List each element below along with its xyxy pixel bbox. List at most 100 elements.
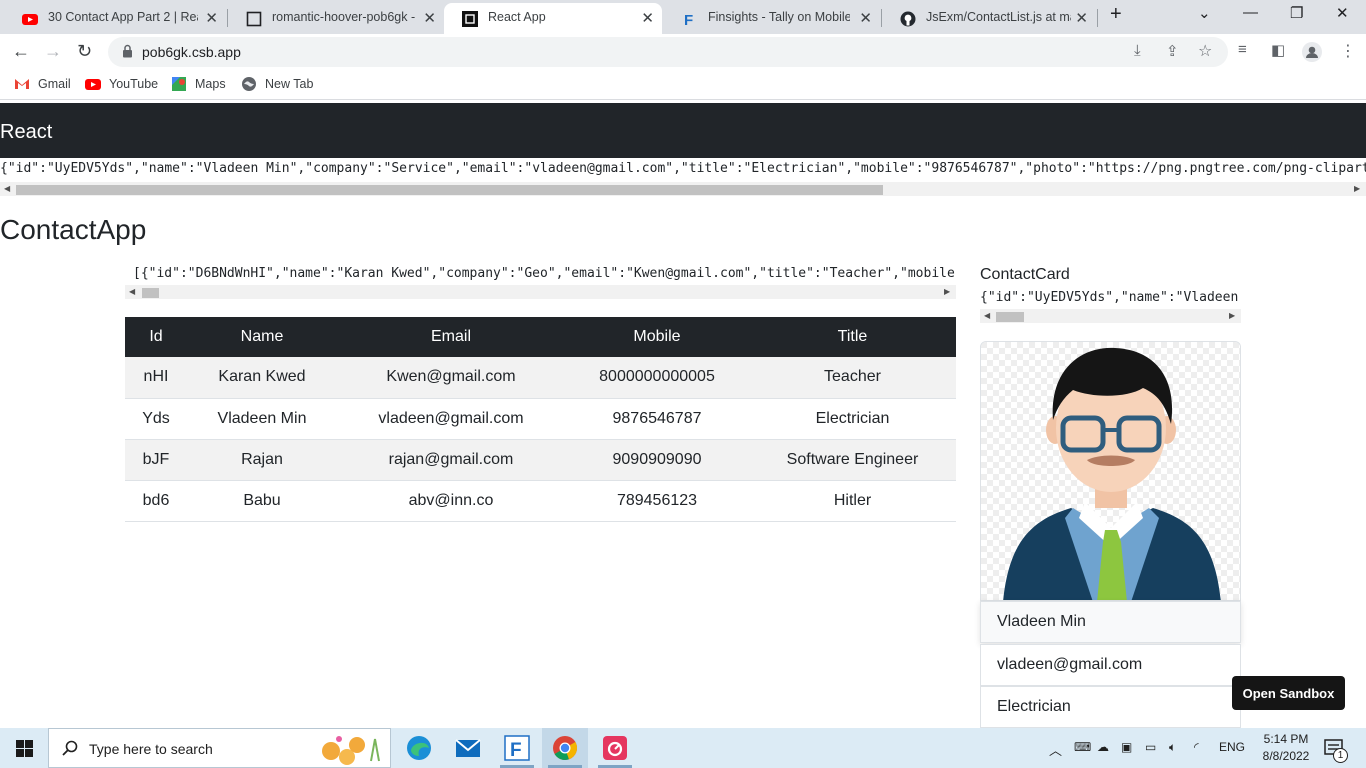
tab-finsights[interactable]: F Finsights - Tally on Mobile & ✕ bbox=[664, 3, 880, 34]
windows-taskbar: Type here to search F ︿ ⌨ ☁ ▣ ▭ 🔈︎ ◜ ENG… bbox=[0, 728, 1366, 768]
clock-time: 5:14 PM bbox=[1263, 732, 1309, 746]
scroll-left-arrow-icon[interactable]: ◀ bbox=[129, 287, 135, 296]
scroll-right-arrow-icon[interactable]: ▶ bbox=[1229, 311, 1235, 320]
cell-email: vladeen@gmail.com bbox=[337, 398, 565, 440]
meet-now-icon[interactable]: ⌨ bbox=[1074, 740, 1091, 754]
cell-mobile: 8000000000005 bbox=[565, 357, 749, 399]
search-icon bbox=[62, 740, 78, 756]
language-indicator[interactable]: ENG bbox=[1219, 740, 1245, 754]
table-row[interactable]: nHI Karan Kwed Kwen@gmail.com 8000000000… bbox=[125, 357, 956, 399]
scroll-left-arrow-icon[interactable]: ◀ bbox=[984, 311, 990, 320]
scroll-right-arrow-icon[interactable]: ▶ bbox=[1354, 184, 1360, 193]
globe-icon bbox=[242, 77, 256, 91]
close-tab-icon[interactable]: ✕ bbox=[1075, 9, 1088, 27]
column-header-id: Id bbox=[125, 317, 187, 357]
edge-browser-icon[interactable] bbox=[405, 734, 433, 762]
cell-title: Software Engineer bbox=[749, 439, 956, 481]
scrollbar-thumb[interactable] bbox=[142, 288, 159, 298]
volume-icon[interactable]: 🔈︎ bbox=[1169, 740, 1176, 755]
tab-search-chevron-icon[interactable]: ⌄ bbox=[1198, 4, 1211, 22]
column-header-email: Email bbox=[337, 317, 565, 357]
tab-youtube[interactable]: 30 Contact App Part 2 | React ✕ bbox=[4, 3, 226, 34]
back-arrow-icon[interactable]: ← bbox=[12, 41, 30, 62]
scrollbar-thumb[interactable] bbox=[996, 312, 1024, 322]
svg-text:F: F bbox=[684, 12, 693, 27]
system-clock[interactable]: 5:14 PM 8/8/2022 bbox=[1255, 731, 1317, 765]
forward-arrow-icon[interactable]: → bbox=[44, 41, 62, 62]
browser-menu-icon[interactable]: ⋮ bbox=[1340, 41, 1356, 61]
reading-list-icon[interactable]: ≡ bbox=[1238, 41, 1247, 58]
minimize-button[interactable]: — bbox=[1243, 4, 1258, 21]
notification-count-badge: 1 bbox=[1333, 748, 1348, 763]
windows-start-icon[interactable] bbox=[16, 740, 33, 757]
cell-id: Yds bbox=[125, 398, 187, 440]
open-sandbox-button[interactable]: Open Sandbox bbox=[1232, 676, 1345, 710]
tab-sandbox[interactable]: romantic-hoover-pob6gk - C ✕ bbox=[228, 3, 444, 34]
cell-email: abv@inn.co bbox=[337, 480, 565, 522]
battery-icon[interactable]: ▭ bbox=[1145, 740, 1156, 754]
finsights-app-icon[interactable]: F bbox=[503, 734, 531, 762]
lock-icon bbox=[123, 44, 132, 58]
bookmark-gmail[interactable]: Gmail bbox=[14, 76, 71, 92]
new-tab-button[interactable]: + bbox=[1110, 3, 1122, 26]
bookmark-youtube[interactable]: YouTube bbox=[85, 76, 158, 92]
scroll-right-arrow-icon[interactable]: ▶ bbox=[944, 287, 950, 296]
cell-id: bd6 bbox=[125, 480, 187, 522]
table-row[interactable]: bJF Rajan rajan@gmail.com 9090909090 Sof… bbox=[125, 439, 956, 481]
table-row[interactable]: bd6 Babu abv@inn.co 789456123 Hitler bbox=[125, 480, 956, 522]
contact-card-json: {"id":"UyEDV5Yds","name":"Vladeen bbox=[980, 290, 1239, 305]
horizontal-scrollbar[interactable]: ◀ ▶ bbox=[125, 285, 956, 299]
scroll-left-arrow-icon[interactable]: ◀ bbox=[4, 184, 10, 193]
column-header-name: Name bbox=[187, 317, 337, 357]
horizontal-scrollbar[interactable]: ◀ ▶ bbox=[980, 309, 1241, 323]
security-icon[interactable]: ▣ bbox=[1121, 740, 1132, 754]
url-text: pob6gk.csb.app bbox=[142, 44, 241, 60]
chrome-icon[interactable] bbox=[551, 734, 579, 762]
show-hidden-icons-chevron-icon[interactable]: ︿ bbox=[1049, 740, 1062, 759]
bookmark-maps[interactable]: Maps bbox=[171, 76, 226, 92]
tab-strip: 30 Contact App Part 2 | React ✕ romantic… bbox=[0, 0, 1366, 34]
browser-toolbar: ← → ↻ pob6gk.csb.app ⤓ ⇪ ☆ ≡ ◧ ⋮ bbox=[0, 34, 1366, 70]
profile-avatar-icon[interactable] bbox=[1302, 42, 1322, 62]
share-icon[interactable]: ⇪ bbox=[1166, 42, 1179, 60]
close-tab-icon[interactable]: ✕ bbox=[205, 9, 218, 27]
tab-github[interactable]: JsExm/ContactList.js at main ✕ bbox=[882, 3, 1096, 34]
scrollbar-thumb[interactable] bbox=[16, 185, 883, 195]
taskbar-search-box[interactable]: Type here to search bbox=[48, 728, 391, 768]
maximize-button[interactable]: ❐ bbox=[1290, 4, 1303, 22]
tab-react-app[interactable]: React App ✕ bbox=[444, 3, 662, 34]
cell-title: Teacher bbox=[749, 357, 956, 399]
side-panel-icon[interactable]: ◧ bbox=[1271, 41, 1285, 59]
bookmark-label: Maps bbox=[195, 77, 226, 91]
cell-mobile: 9090909090 bbox=[565, 439, 749, 481]
app-navbar: React bbox=[0, 103, 1366, 158]
selected-contact-json: {"id":"UyEDV5Yds","name":"Vladeen Min","… bbox=[0, 161, 1366, 176]
tab-title: React App bbox=[488, 10, 546, 24]
cell-name: Karan Kwed bbox=[187, 357, 337, 399]
cell-name: Vladeen Min bbox=[187, 398, 337, 440]
close-tab-icon[interactable]: ✕ bbox=[859, 9, 872, 27]
media-app-icon[interactable] bbox=[601, 734, 629, 762]
contact-avatar-illustration bbox=[981, 342, 1240, 600]
bookmarks-bar: Gmail YouTube Maps New Tab bbox=[0, 70, 1366, 100]
wifi-icon[interactable]: ◜ bbox=[1194, 740, 1199, 754]
bookmark-star-icon[interactable]: ☆ bbox=[1198, 41, 1212, 61]
github-icon bbox=[900, 11, 916, 27]
onedrive-cloud-icon[interactable]: ☁ bbox=[1097, 740, 1109, 754]
install-app-icon[interactable]: ⤓ bbox=[1134, 42, 1141, 59]
sandbox-icon bbox=[246, 11, 262, 27]
search-highlight-cats-icon bbox=[322, 736, 380, 765]
contact-card-email: vladeen@gmail.com bbox=[980, 644, 1241, 686]
table-row[interactable]: Yds Vladeen Min vladeen@gmail.com 987654… bbox=[125, 398, 956, 440]
contact-list-json: [{"id":"D6BNdWnHI","name":"Karan Kwed","… bbox=[133, 266, 956, 281]
address-bar[interactable]: pob6gk.csb.app ⤓ ⇪ ☆ bbox=[108, 37, 1228, 67]
close-window-button[interactable]: ✕ bbox=[1336, 4, 1349, 22]
reload-icon[interactable]: ↻ bbox=[77, 41, 92, 62]
close-tab-icon[interactable]: ✕ bbox=[423, 9, 436, 27]
close-tab-icon[interactable]: ✕ bbox=[641, 9, 654, 27]
bookmark-new-tab[interactable]: New Tab bbox=[241, 76, 313, 92]
cell-id: nHI bbox=[125, 357, 187, 399]
horizontal-scrollbar[interactable]: ◀ ▶ bbox=[0, 182, 1366, 196]
navbar-brand[interactable]: React bbox=[0, 121, 52, 144]
mail-icon[interactable] bbox=[454, 734, 482, 762]
